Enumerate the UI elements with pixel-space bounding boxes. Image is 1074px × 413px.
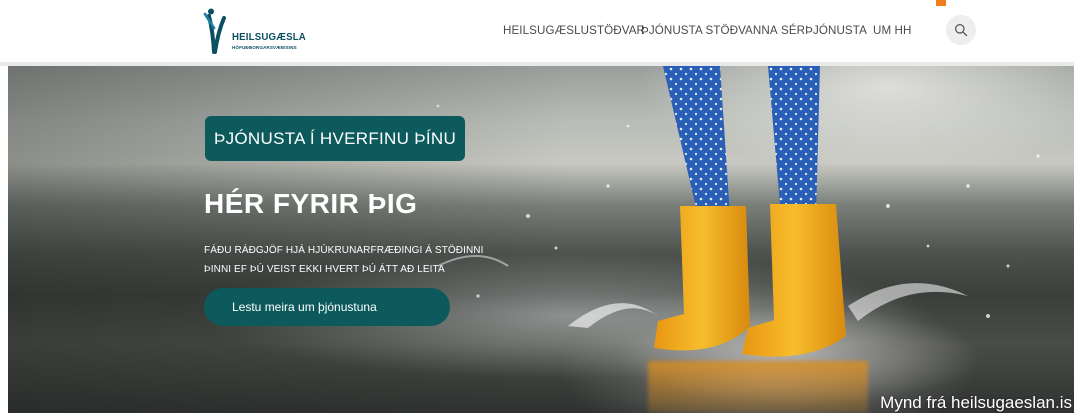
hero-reflection (648, 361, 868, 413)
nav-item-about[interactable]: UM HH (873, 24, 912, 37)
hero-banner: ÞJÓNUSTA Í HVERFINU ÞÍNU HÉR FYRIR ÞIG F… (8, 66, 1074, 413)
site-header: HEILSUGÆSLA HÖFUÐBORGARSVÆÐISINS HEILSUG… (0, 0, 1074, 62)
hero-description: FÁÐU RÁÐGJÖF HJÁ HJÚKRUNARFRÆÐINGI Á STÖ… (204, 241, 544, 279)
logo-tagline: HÖFUÐBORGARSVÆÐISINS (232, 45, 297, 50)
hero-badge: ÞJÓNUSTA Í HVERFINU ÞÍNU (205, 116, 465, 161)
nav-item-stations[interactable]: HEILSUGÆSLUSTÖÐVAR (503, 24, 645, 37)
nav-item-services[interactable]: ÞJÓNUSTA STÖÐVANNA (641, 24, 778, 37)
hero-text-line-1: FÁÐU RÁÐGJÖF HJÁ HJÚKRUNARFRÆÐINGI Á STÖ… (204, 245, 484, 256)
logo-figure-icon (203, 8, 226, 54)
hero-text-line-2: ÞINNI EF ÞÚ VEIST EKKI HVERT ÞÚ ÁTT AÐ L… (204, 264, 445, 275)
search-button[interactable] (946, 15, 976, 45)
accent-tab (936, 0, 946, 6)
read-more-button[interactable]: Lestu meira um þjónustuna (204, 288, 450, 326)
image-credit: Mynd frá heilsugaeslan.is (880, 393, 1072, 412)
site-logo[interactable]: HEILSUGÆSLA HÖFUÐBORGARSVÆÐISINS (202, 8, 312, 54)
nav-item-special-services[interactable]: SÉRÞJÓNUSTA (781, 24, 867, 37)
hero-title: HÉR FYRIR ÞIG (204, 188, 418, 219)
search-icon (955, 24, 968, 37)
logo-name: HEILSUGÆSLA (232, 31, 306, 43)
